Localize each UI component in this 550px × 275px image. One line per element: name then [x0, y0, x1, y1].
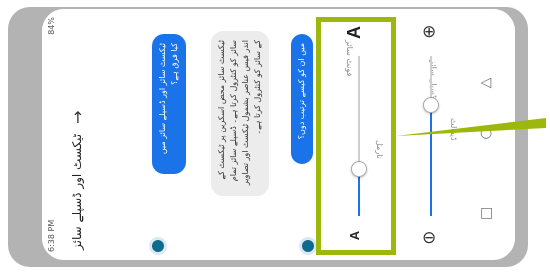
highlight-box	[316, 17, 396, 255]
status-battery: 84%	[46, 17, 56, 35]
status-bar: 6:38 PM 84%	[42, 9, 60, 260]
question-bubble-1[interactable]: ٹیکسٹ سائز اور ڈسپلے سائز میں کیا فرق ہے…	[152, 34, 186, 174]
plus-icon[interactable]: ⊕	[422, 22, 436, 42]
status-time: 6:38 PM	[46, 219, 56, 252]
display-size-thumb[interactable]	[423, 97, 439, 113]
triangle-back-icon[interactable]: △	[477, 78, 493, 89]
app-bar: → ٹیکسٹ اور ڈسپلے سائز	[60, 9, 94, 260]
answer-bubble: ٹیکسٹ سائز محض اسکرین پر ٹیکسٹ کے سائز ک…	[211, 31, 269, 196]
assistant-avatar	[299, 237, 317, 255]
assistant-avatar	[149, 237, 167, 255]
page-title: ٹیکسٹ اور ڈسپلے سائز	[70, 133, 84, 250]
square-recents-icon[interactable]: □	[480, 205, 493, 221]
minus-icon[interactable]: ⊖	[422, 228, 436, 248]
chat-area: ٹیکسٹ سائز اور ڈسپلے سائز میں کیا فرق ہے…	[94, 9, 344, 260]
arrow-back-icon[interactable]: →	[68, 110, 87, 123]
callout-pointer	[396, 118, 546, 136]
question-bubble-2[interactable]: میں ان کو کیسے ترتیب دوں؟	[291, 34, 313, 164]
